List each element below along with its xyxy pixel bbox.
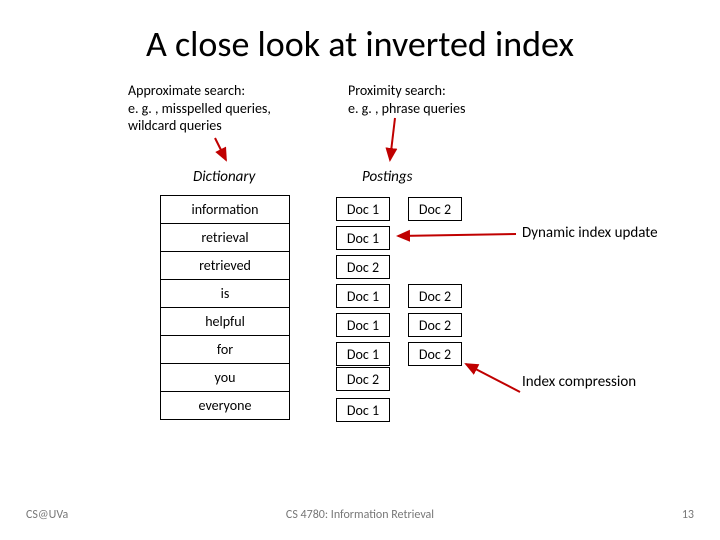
dict-cell: is <box>160 279 290 308</box>
dict-cell: retrieved <box>160 251 290 280</box>
postings-row: Doc 2 <box>336 367 390 391</box>
postings-row: Doc 1 Doc 2 <box>336 342 462 366</box>
slide-title: A close look at inverted index <box>0 0 720 66</box>
posting-cell: Doc 1 <box>336 226 390 250</box>
posting-cell: Doc 1 <box>336 313 390 337</box>
dict-cell: retrieval <box>160 223 290 252</box>
dict-cell: helpful <box>160 307 290 336</box>
dictionary-column: information retrieval retrieved is helpf… <box>160 195 290 419</box>
footer-mid: CS 4780: Information Retrieval <box>0 508 720 522</box>
posting-cell: Doc 1 <box>336 284 390 308</box>
arrow-icon <box>215 138 226 160</box>
posting-cell: Doc 2 <box>336 255 390 279</box>
postings-row: Doc 1 <box>336 226 390 250</box>
dictionary-header: Dictionary <box>193 168 255 186</box>
postings-row: Doc 2 <box>336 255 390 279</box>
posting-cell: Doc 1 <box>336 398 390 422</box>
posting-cell: Doc 2 <box>408 342 462 366</box>
arrow-icon <box>390 118 395 160</box>
postings-row: Doc 1 Doc 2 <box>336 313 462 337</box>
arrow-icon <box>398 234 516 236</box>
footer-right: 13 <box>682 508 694 522</box>
proximity-search-label: Proximity search: e. g. , phrase queries <box>348 82 538 117</box>
postings-row: Doc 1 Doc 2 <box>336 197 462 221</box>
posting-cell: Doc 2 <box>408 313 462 337</box>
posting-cell: Doc 2 <box>408 284 462 308</box>
approx-search-label: Approximate search: e. g. , misspelled q… <box>128 82 318 135</box>
dynamic-update-annotation: Dynamic index update <box>522 224 658 242</box>
postings-row: Doc 1 Doc 2 <box>336 284 462 308</box>
arrow-icon <box>466 364 520 392</box>
posting-cell: Doc 1 <box>336 342 390 366</box>
postings-header: Postings <box>362 168 412 186</box>
dict-cell: you <box>160 363 290 392</box>
dict-cell: for <box>160 335 290 364</box>
posting-cell: Doc 1 <box>336 197 390 221</box>
posting-cell: Doc 2 <box>336 367 390 391</box>
index-compression-annotation: Index compression <box>522 373 636 391</box>
posting-cell: Doc 2 <box>408 197 462 221</box>
dict-cell: information <box>160 195 290 224</box>
dict-cell: everyone <box>160 391 290 420</box>
postings-row: Doc 1 <box>336 398 390 422</box>
